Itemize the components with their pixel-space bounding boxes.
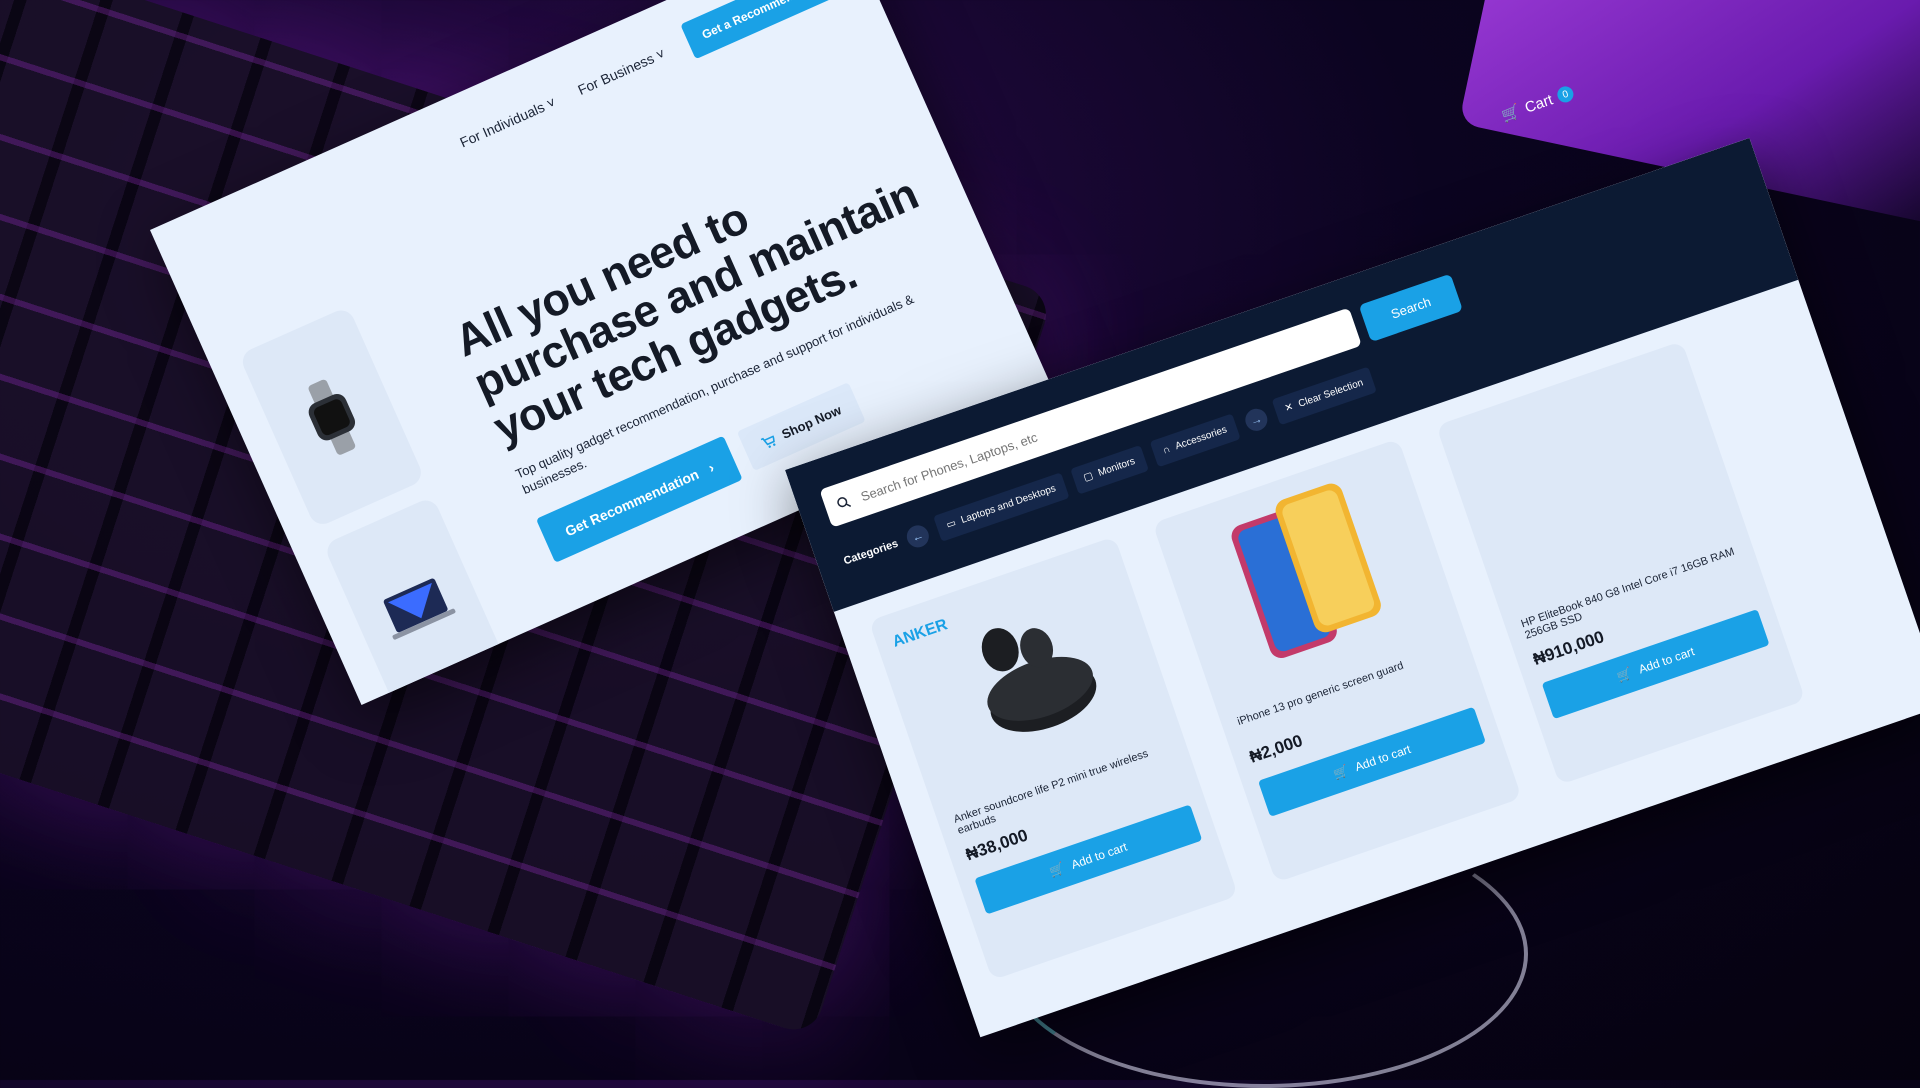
nav-for-business[interactable]: For Business ˅ (575, 45, 667, 98)
nav-for-individuals[interactable]: For Individuals ˅ (457, 94, 558, 151)
close-icon: ✕ (1283, 401, 1295, 415)
shop-now-label: Shop Now (779, 402, 844, 442)
smartwatch-icon (308, 379, 356, 455)
search-button[interactable]: Search (1358, 273, 1464, 342)
chip-monitors[interactable]: ▢ Monitors (1070, 445, 1149, 495)
chevron-right-icon: › (705, 458, 717, 476)
monitor-icon: ▢ (1082, 470, 1095, 484)
cart-icon: 🛒 (1615, 665, 1634, 684)
search-icon (837, 497, 852, 508)
headphones-icon: ∩ (1161, 443, 1172, 457)
clear-selection-button[interactable]: ✕ Clear Selection (1271, 366, 1377, 426)
get-recommendation-label: Get Recommendation (562, 465, 702, 539)
cart-icon (760, 434, 776, 448)
earbuds-icon (981, 628, 1097, 732)
get-a-recommendation-button[interactable]: Get a Recommendation (680, 0, 848, 60)
cart-icon: 🛒 (1331, 763, 1351, 782)
laptop-icon (383, 578, 456, 640)
laptop-icon: ▭ (945, 517, 958, 532)
top-nav: For Individuals ˅ For Business ˅ Get a R… (453, 0, 848, 161)
categories-label: Categories (841, 537, 900, 567)
arrow-right-icon[interactable]: → (1241, 405, 1270, 434)
phone-screen-guard-icon (1231, 483, 1381, 658)
cart-icon: 🛒 (1047, 861, 1067, 880)
chip-accessories[interactable]: ∩ Accessories (1149, 413, 1241, 468)
arrow-left-icon[interactable]: ← (903, 521, 932, 550)
